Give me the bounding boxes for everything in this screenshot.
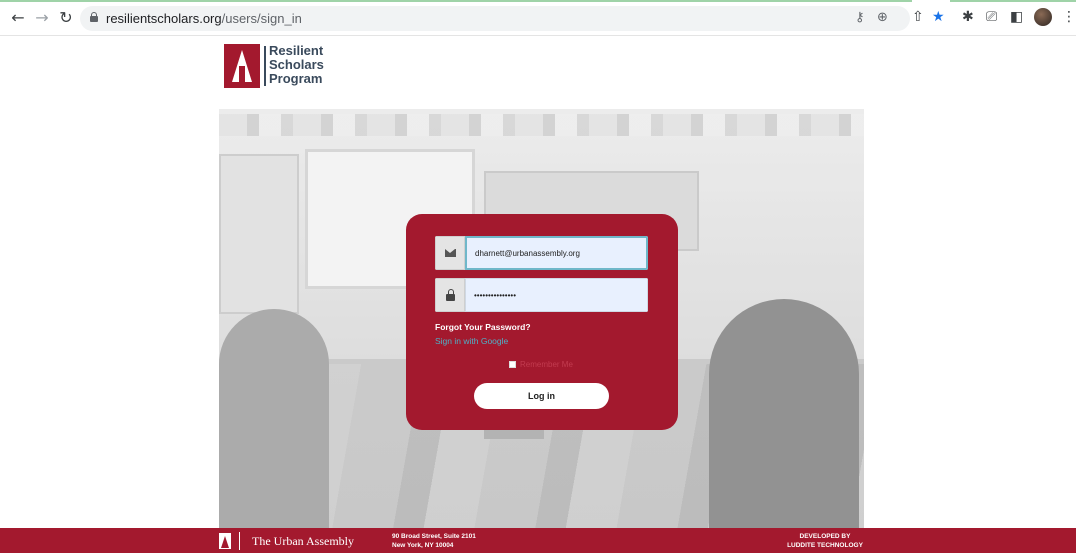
star-icon[interactable]: ★ xyxy=(932,9,945,25)
back-arrow-icon[interactable]: ← xyxy=(8,8,28,28)
logo-line-2: Scholars xyxy=(269,57,324,72)
address-line-2: New York, NY 10004 xyxy=(392,542,454,549)
menu-icon[interactable]: ⋮ xyxy=(1062,9,1076,25)
remember-me-checkbox[interactable] xyxy=(509,361,516,368)
share-icon[interactable]: ⇧ xyxy=(912,9,924,25)
page: Resilient Scholars Program Forgot Your P… xyxy=(0,36,1076,553)
avatar[interactable] xyxy=(1034,8,1052,26)
remember-me-label: Remember Me xyxy=(520,360,573,369)
logo-divider xyxy=(264,46,266,86)
loading-bar xyxy=(0,0,912,2)
email-addon xyxy=(435,236,465,270)
logo-a-icon xyxy=(224,44,260,88)
address-line-1: 90 Broad Street, Suite 2101 xyxy=(392,533,476,540)
envelope-icon xyxy=(445,249,456,257)
browser-toolbar: ← → ↻ resilientscholars.org/users/sign_i… xyxy=(0,0,1076,36)
developer-credit[interactable]: DEVELOPED BY LUDDITE TECHNOLOGY xyxy=(780,532,870,550)
google-signin-link[interactable]: Sign in with Google xyxy=(435,336,508,346)
org-name: The Urban Assembly xyxy=(252,534,354,548)
logo-line-1: Resilient xyxy=(269,43,324,58)
email-field-group xyxy=(435,236,648,270)
login-button[interactable]: Log in xyxy=(474,383,609,409)
forward-arrow-icon[interactable]: → xyxy=(32,8,52,28)
password-addon xyxy=(435,278,465,312)
footer-address: 90 Broad Street, Suite 2101 New York, NY… xyxy=(392,532,476,550)
zoom-icon[interactable]: ⊕ xyxy=(877,10,888,25)
urban-assembly-logo-icon xyxy=(219,533,231,549)
dev-line-2: LUDDITE TECHNOLOGY xyxy=(787,542,863,549)
loading-bar xyxy=(950,0,1076,2)
lock-icon xyxy=(446,289,455,301)
sidepanel-icon[interactable]: ◧ xyxy=(1010,9,1023,25)
remember-me[interactable]: Remember Me xyxy=(509,360,573,369)
dev-line-1: DEVELOPED BY xyxy=(799,533,851,540)
password-field-group xyxy=(435,278,648,312)
login-card: Forgot Your Password? Sign in with Googl… xyxy=(406,214,678,430)
email-field[interactable] xyxy=(465,236,648,270)
url-text: resilientscholars.org/users/sign_in xyxy=(106,11,302,26)
footer-divider xyxy=(239,532,240,550)
logo-line-3: Program xyxy=(269,71,323,86)
lock-icon[interactable] xyxy=(90,12,98,22)
password-field[interactable] xyxy=(465,278,648,312)
key-icon[interactable]: ⚷ xyxy=(855,10,865,25)
cast-icon[interactable]: ⎚ xyxy=(986,9,997,25)
reload-icon[interactable]: ↻ xyxy=(56,8,76,28)
forgot-password-link[interactable]: Forgot Your Password? xyxy=(435,322,531,332)
address-bar[interactable]: resilientscholars.org/users/sign_in ⚷ ⊕ … xyxy=(80,6,910,31)
extensions-icon[interactable]: ✱ xyxy=(962,9,974,25)
logo-text: Resilient Scholars Program xyxy=(269,44,349,86)
footer: The Urban Assembly 90 Broad Street, Suit… xyxy=(0,528,1076,553)
